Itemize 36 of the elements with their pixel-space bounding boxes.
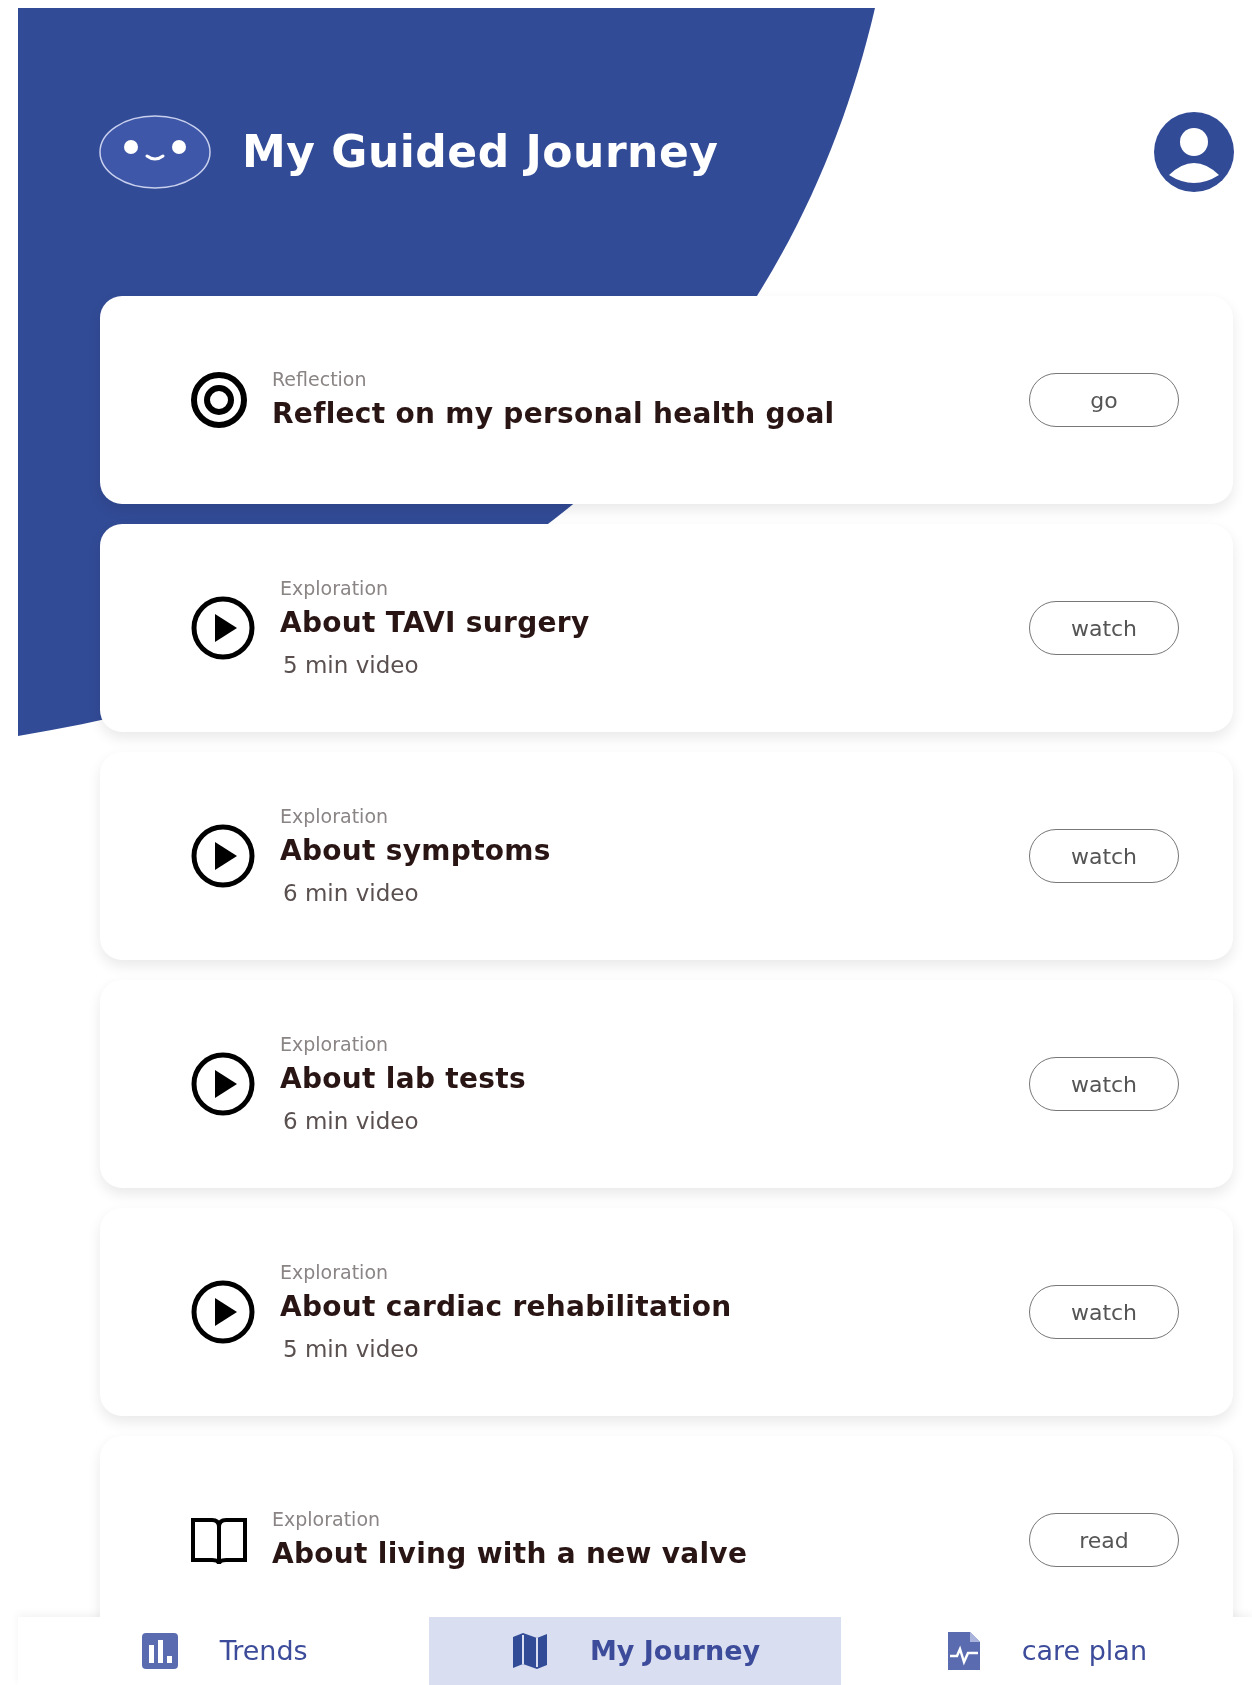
action-button[interactable]: read bbox=[1029, 1513, 1179, 1567]
bar-chart-icon bbox=[139, 1631, 180, 1671]
action-button[interactable]: watch bbox=[1029, 829, 1179, 883]
action-button[interactable]: watch bbox=[1029, 1057, 1179, 1111]
card-title: About TAVI surgery bbox=[280, 605, 591, 641]
card-duration: 5 min video bbox=[283, 1335, 420, 1364]
card-category: Exploration bbox=[280, 803, 390, 829]
book-icon bbox=[190, 1515, 248, 1565]
card-category: Exploration bbox=[272, 1506, 382, 1532]
card-category: Reflection bbox=[272, 366, 368, 392]
card-category: Exploration bbox=[280, 1259, 390, 1285]
mascot-icon bbox=[98, 114, 212, 190]
app-title: My Guided Journey bbox=[242, 125, 719, 179]
card-title: About cardiac rehabilitation bbox=[280, 1289, 733, 1325]
nav-tab[interactable]: Trends bbox=[18, 1617, 430, 1685]
health-file-icon bbox=[945, 1630, 982, 1672]
profile-icon[interactable] bbox=[1153, 111, 1235, 193]
card-duration: 6 min video bbox=[283, 879, 420, 908]
play-icon bbox=[190, 1279, 256, 1345]
nav-tab[interactable]: care plan bbox=[840, 1617, 1252, 1685]
card-title: About lab tests bbox=[280, 1061, 527, 1097]
card-category: Exploration bbox=[280, 575, 390, 601]
card-title: About symptoms bbox=[280, 833, 552, 869]
action-button[interactable]: go bbox=[1029, 373, 1179, 427]
nav-tab[interactable]: My Journey bbox=[429, 1617, 841, 1685]
action-button[interactable]: watch bbox=[1029, 1285, 1179, 1339]
play-icon bbox=[190, 823, 256, 889]
play-icon bbox=[190, 1051, 256, 1117]
card-category: Exploration bbox=[280, 1031, 390, 1057]
card-title: Reflect on my personal health goal bbox=[272, 396, 836, 433]
card-duration: 6 min video bbox=[283, 1107, 420, 1136]
action-button[interactable]: watch bbox=[1029, 601, 1179, 655]
target-icon bbox=[190, 371, 248, 429]
card-title: About living with a new valve bbox=[272, 1536, 749, 1573]
play-icon bbox=[190, 595, 256, 661]
card-duration: 5 min video bbox=[283, 651, 420, 680]
